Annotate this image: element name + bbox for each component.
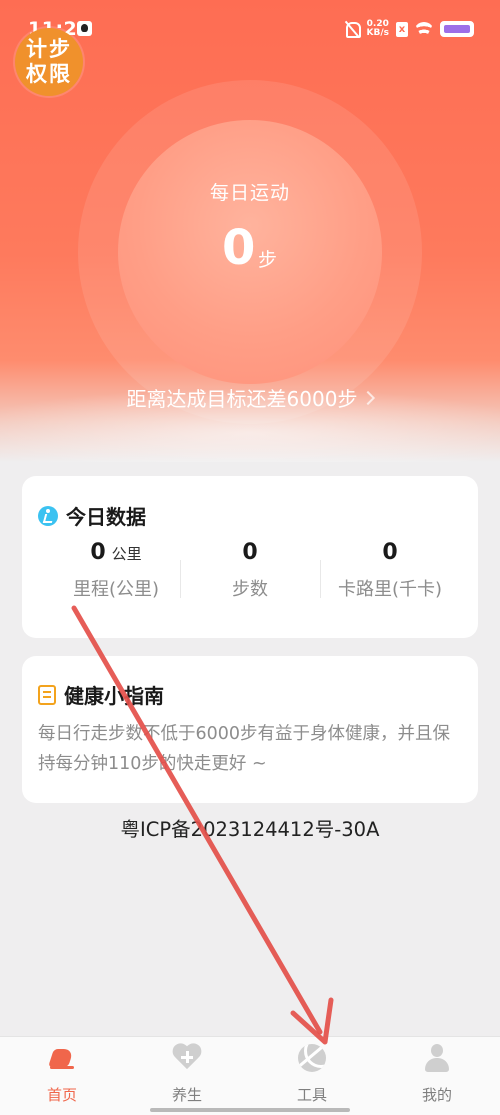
- document-icon: [38, 684, 56, 705]
- step-permission-line2: 权限: [26, 62, 72, 86]
- network-speed-unit: KB/s: [366, 28, 389, 38]
- stat-calories-value: 0: [382, 540, 398, 565]
- stat-distance-unit: 公里: [111, 545, 142, 563]
- step-permission-button[interactable]: 计步 权限: [15, 28, 83, 96]
- qq-notification-icon: [77, 21, 92, 36]
- stat-distance-label: 里程(公里): [72, 579, 160, 600]
- step-permission-line1: 计步: [26, 37, 72, 61]
- health-guide-text: 每日行走步数不低于6000步有益于身体健康，并且保持每分钟110步的快走更好 ~: [38, 724, 451, 774]
- today-data-header: 今日数据: [38, 501, 146, 530]
- user-icon: [424, 1044, 450, 1072]
- mute-icon: [344, 20, 361, 38]
- tab-profile[interactable]: 我的: [387, 1042, 487, 1105]
- status-bar: 11:23 0.20 KB/s x: [0, 0, 500, 40]
- goal-remaining-text: 距离达成目标还差6000步: [126, 387, 358, 411]
- tab-home[interactable]: 首页: [12, 1042, 112, 1105]
- ball-icon: [298, 1044, 326, 1072]
- battery-icon: [440, 21, 474, 37]
- stat-distance-value: 0: [90, 540, 106, 565]
- tab-profile-label: 我的: [421, 1086, 452, 1104]
- today-data-title: 今日数据: [66, 505, 146, 529]
- tab-tools[interactable]: 工具: [262, 1042, 362, 1105]
- tab-home-label: 首页: [46, 1086, 77, 1104]
- network-speed: 0.20 KB/s: [367, 20, 389, 38]
- tab-tools-label: 工具: [296, 1086, 327, 1104]
- stat-distance: 0 公里 里程(公里): [46, 540, 186, 601]
- wifi-icon: [415, 22, 433, 36]
- stat-calories-label: 卡路里(千卡): [337, 579, 443, 600]
- health-guide-header: 健康小指南: [38, 680, 164, 709]
- stat-steps: 0 步数: [180, 540, 320, 601]
- goal-progress-link[interactable]: 距离达成目标还差6000步: [0, 383, 500, 412]
- running-icon: [38, 505, 58, 526]
- running-shoe-icon: [48, 1047, 76, 1069]
- status-indicators: 0.20 KB/s x: [344, 18, 474, 40]
- step-count-unit: 步: [258, 249, 278, 271]
- stat-steps-value: 0: [242, 540, 258, 565]
- icp-license-text[interactable]: 粤ICP备2023124412号-30A: [0, 813, 500, 842]
- tab-wellness[interactable]: 养生: [137, 1042, 237, 1105]
- tab-wellness-label: 养生: [171, 1086, 202, 1104]
- chevron-right-icon: [361, 390, 376, 405]
- health-guide-title: 健康小指南: [64, 684, 164, 708]
- home-indicator: [150, 1108, 350, 1112]
- stat-steps-label: 步数: [232, 579, 268, 600]
- stat-calories: 0 卡路里(千卡): [320, 540, 460, 601]
- daily-exercise-label: 每日运动: [209, 182, 290, 204]
- heart-plus-icon: [172, 1044, 202, 1072]
- sim-icon: x: [396, 21, 408, 37]
- step-count: 0: [222, 220, 256, 276]
